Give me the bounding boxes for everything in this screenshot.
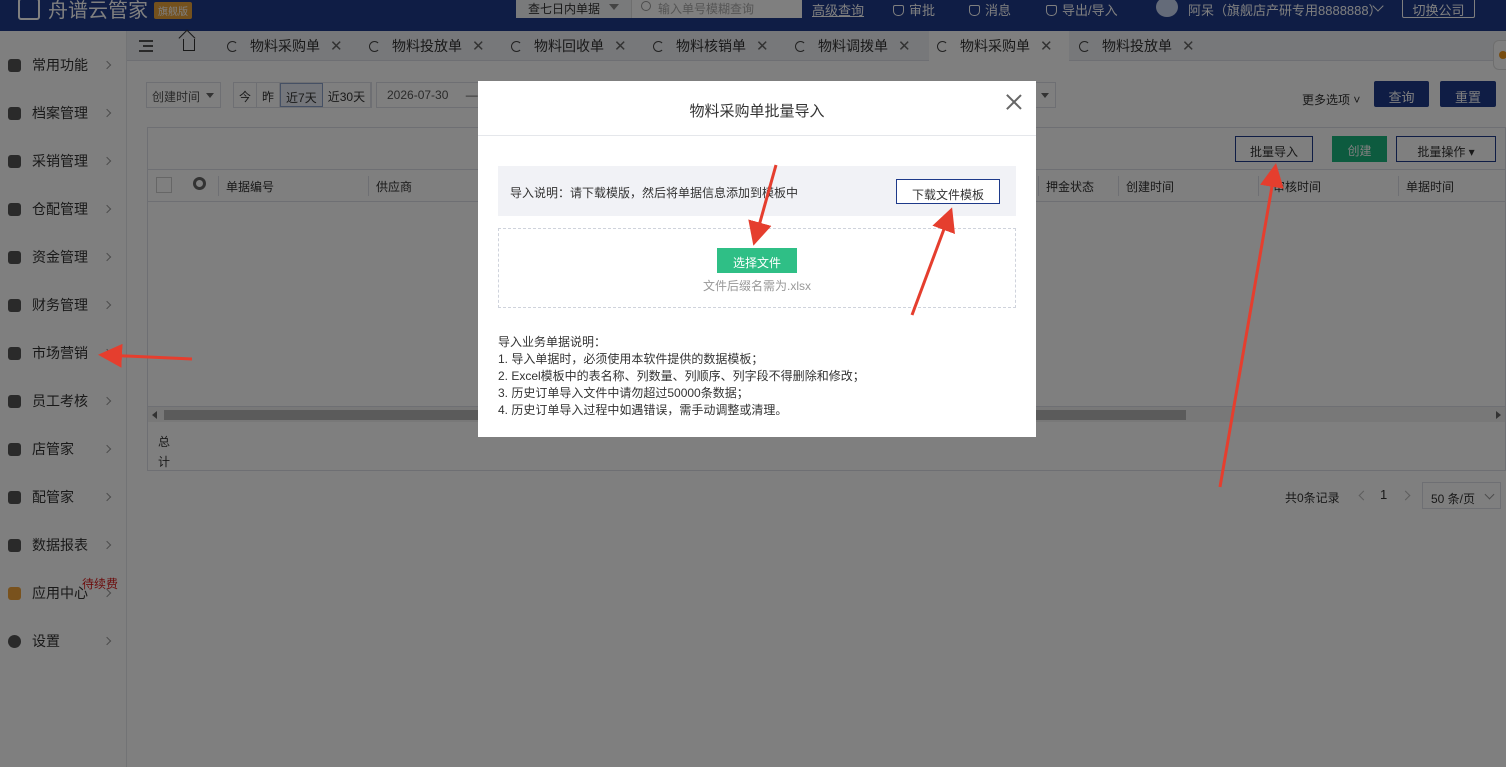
dialog-divider	[478, 135, 1036, 136]
instructions-title: 导入业务单据说明：	[498, 335, 607, 349]
close-icon[interactable]	[1005, 93, 1023, 111]
import-notice: 导入说明：请下载模版，然后将单据信息添加到模板中 下载文件模板	[498, 166, 1016, 216]
batch-import-dialog: 物料采购单批量导入 导入说明：请下载模版，然后将单据信息添加到模板中 下载文件模…	[478, 81, 1036, 437]
import-instructions: 导入业务单据说明： 1. 导入单据时，必须使用本软件提供的数据模板； 2. Ex…	[498, 334, 865, 419]
instruction-item: 1. 导入单据时，必须使用本软件提供的数据模板；	[498, 352, 764, 366]
instruction-item: 4. 历史订单导入过程中如遇错误，需手动调整或清理。	[498, 403, 788, 417]
file-dropzone[interactable]: 选择文件 文件后缀名需为.xlsx	[498, 228, 1016, 308]
download-template-button[interactable]: 下载文件模板	[896, 179, 1000, 204]
dialog-title: 物料采购单批量导入	[689, 103, 825, 120]
choose-file-button[interactable]: 选择文件	[717, 248, 797, 273]
file-format-hint: 文件后缀名需为.xlsx	[702, 279, 811, 293]
instruction-item: 2. Excel模板中的表名称、列数量、列顺序、列字段不得删除和修改；	[498, 369, 865, 383]
import-notice-text: 导入说明：请下载模版，然后将单据信息添加到模板中	[510, 186, 799, 200]
instruction-item: 3. 历史订单导入文件中请勿超过50000条数据；	[498, 386, 749, 400]
